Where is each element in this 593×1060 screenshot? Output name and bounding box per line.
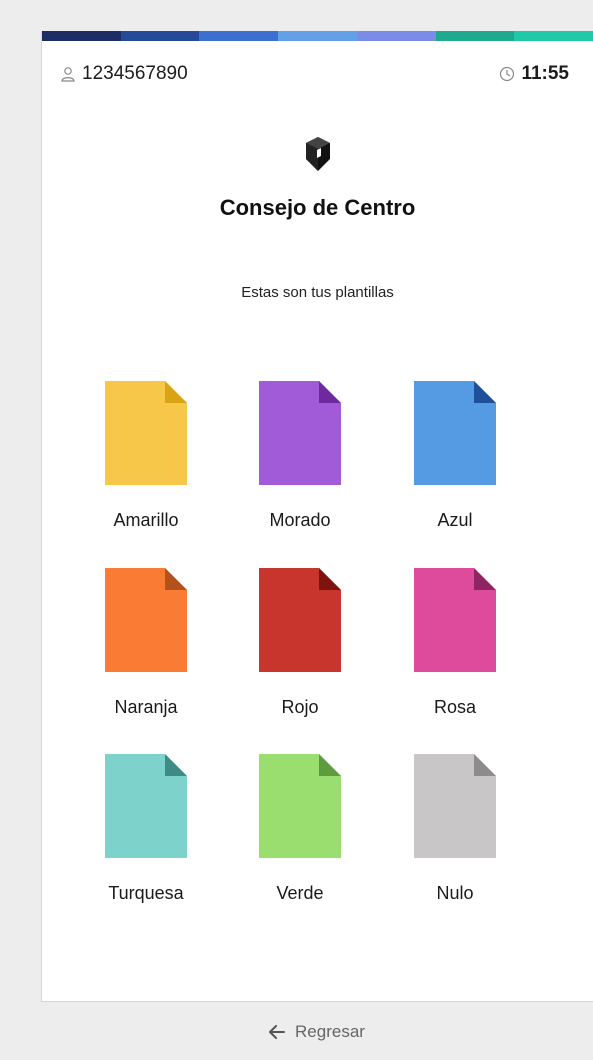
clock-icon — [499, 66, 515, 82]
page-subtitle: Estas son tus plantillas — [241, 284, 394, 301]
document-icon — [105, 381, 187, 485]
stripe-segment — [435, 31, 515, 41]
document-icon — [414, 754, 496, 858]
time-info: 11:55 — [499, 63, 569, 85]
logo-icon — [304, 137, 332, 176]
template-amarillo[interactable]: Amarillo — [86, 381, 206, 531]
page-title: Consejo de Centro — [219, 195, 416, 220]
stripe-segment — [514, 31, 593, 41]
status-bar: 1234567890 11:55 — [60, 63, 569, 85]
stripe-segment — [356, 31, 436, 41]
document-icon — [259, 568, 341, 672]
template-rojo[interactable]: Rojo — [240, 568, 360, 718]
back-button-label: Regresar — [295, 1021, 365, 1041]
template-nulo[interactable]: Nulo — [395, 754, 515, 904]
stripe-segment — [120, 31, 200, 41]
template-rosa[interactable]: Rosa — [395, 568, 515, 718]
time-value: 11:55 — [521, 63, 569, 84]
template-label: Morado — [269, 510, 331, 530]
user-info: 1234567890 — [60, 63, 188, 85]
template-verde[interactable]: Verde — [240, 754, 360, 904]
user-id: 1234567890 — [82, 63, 188, 84]
user-icon — [60, 66, 76, 82]
template-label: Turquesa — [108, 883, 184, 903]
template-label: Naranja — [114, 697, 178, 717]
stripe-segment — [199, 31, 279, 41]
main-card: 1234567890 11:55 Consejo de Centro Estas… — [41, 31, 593, 1002]
stripe-segment — [278, 31, 357, 41]
document-icon — [259, 381, 341, 485]
document-icon — [259, 754, 341, 858]
template-label: Amarillo — [113, 510, 179, 530]
template-naranja[interactable]: Naranja — [86, 568, 206, 718]
stripe-segment — [42, 31, 121, 41]
template-label: Verde — [276, 883, 324, 903]
template-label: Azul — [437, 510, 473, 530]
document-icon — [105, 568, 187, 672]
template-label: Rojo — [281, 697, 319, 717]
template-azul[interactable]: Azul — [395, 381, 515, 531]
color-stripe — [42, 31, 593, 41]
template-turquesa[interactable]: Turquesa — [86, 754, 206, 904]
document-icon — [414, 381, 496, 485]
template-morado[interactable]: Morado — [240, 381, 360, 531]
back-button[interactable]: Regresar — [41, 1003, 593, 1060]
arrow-left-icon — [269, 1024, 286, 1039]
document-icon — [105, 754, 187, 858]
template-label: Nulo — [436, 883, 474, 903]
template-label: Rosa — [433, 697, 477, 717]
document-icon — [414, 568, 496, 672]
